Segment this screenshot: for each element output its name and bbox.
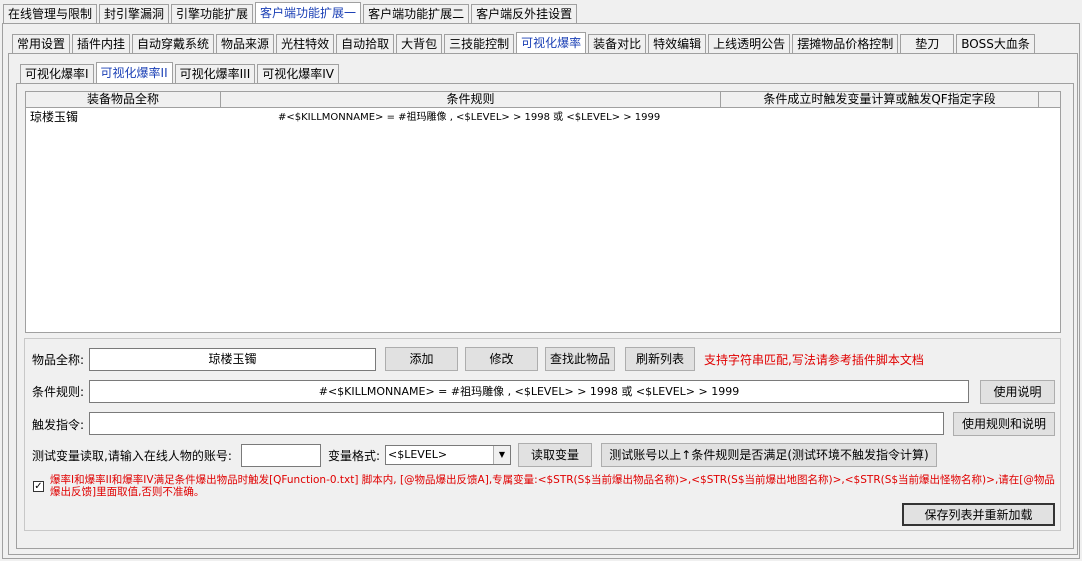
item-name-input[interactable]: 琼楼玉镯 (89, 348, 376, 371)
tab-drop-rate-2[interactable]: 可视化爆率II (95, 62, 173, 83)
row-item-name: 琼楼玉镯 (30, 110, 79, 124)
chevron-down-icon[interactable]: ▼ (493, 446, 510, 464)
save-reload-button[interactable]: 保存列表并重新加载 (902, 503, 1055, 526)
third-tab-bar: 可视化爆率I 可视化爆率II 可视化爆率III 可视化爆率IV (20, 62, 341, 83)
tab-boss-hp-bar[interactable]: BOSS大血条 (956, 34, 1035, 53)
tab-drop-rate-4[interactable]: 可视化爆率IV (257, 64, 340, 83)
edit-button[interactable]: 修改 (465, 347, 538, 371)
add-button[interactable]: 添加 (385, 347, 458, 371)
tab-engine-extensions[interactable]: 引擎功能扩展 (171, 4, 254, 23)
tab-auto-pickup[interactable]: 自动拾取 (336, 34, 395, 53)
refresh-list-button[interactable]: 刷新列表 (625, 347, 695, 371)
tab-equip-compare[interactable]: 装备对比 (588, 34, 647, 53)
rule-usage-button[interactable]: 使用规则和说明 (953, 412, 1055, 436)
find-item-button[interactable]: 查找此物品 (545, 347, 615, 371)
column-header-spacer (1039, 92, 1060, 108)
trigger-command-label: 触发指令: (32, 418, 85, 432)
tab-pad-blade[interactable]: 垫刀 (900, 34, 955, 53)
checkmark-icon: ✓ (34, 481, 43, 492)
tab-login-notice[interactable]: 上线透明公告 (708, 34, 791, 53)
tab-auto-equip[interactable]: 自动穿戴系统 (132, 34, 215, 53)
condition-rule-label: 条件规则: (32, 385, 85, 399)
tab-three-skill[interactable]: 三技能控制 (444, 34, 515, 53)
drop-feedback-checkbox[interactable]: ✓ (33, 481, 44, 492)
tab-big-backpack[interactable]: 大背包 (396, 34, 443, 53)
tab-client-extension-1[interactable]: 客户端功能扩展一 (255, 2, 362, 23)
drop-rule-grid[interactable]: 装备物品全称 条件规则 条件成立时触发变量计算或触发QF指定字段 琼楼玉镯 #<… (25, 91, 1061, 333)
tab-client-extension-2[interactable]: 客户端功能扩展二 (363, 4, 470, 23)
column-header-condition[interactable]: 条件规则 (221, 92, 721, 108)
tab-drop-rate-1[interactable]: 可视化爆率I (20, 64, 94, 83)
tab-item-source[interactable]: 物品来源 (216, 34, 275, 53)
test-account-label: 测试变量读取,请输入在线人物的账号: (32, 449, 232, 463)
row-condition: #<$KILLMONNAME> = #祖玛雕像 , <$LEVEL> > 199… (278, 112, 661, 123)
var-format-select[interactable]: <$LEVEL> ▼ (385, 445, 511, 465)
tab-client-anti-cheat[interactable]: 客户端反外挂设置 (471, 4, 578, 23)
read-variable-button[interactable]: 读取变量 (518, 443, 592, 467)
tab-engine-bugs[interactable]: 封引擎漏洞 (99, 4, 170, 23)
tab-drop-rate-3[interactable]: 可视化爆率III (174, 64, 256, 83)
tab-light-pillar[interactable]: 光柱特效 (276, 34, 335, 53)
var-format-label: 变量格式: (328, 449, 381, 463)
account-input[interactable] (241, 444, 321, 467)
var-format-value: <$LEVEL> (388, 448, 448, 461)
column-header-trigger[interactable]: 条件成立时触发变量计算或触发QF指定字段 (721, 92, 1039, 108)
tab-online-management[interactable]: 在线管理与限制 (3, 4, 98, 23)
usage-help-button[interactable]: 使用说明 (980, 380, 1055, 404)
top-tab-bar: 在线管理与限制 封引擎漏洞 引擎功能扩展 客户端功能扩展一 客户端功能扩展二 客… (3, 2, 579, 23)
item-name-label: 物品全称: (32, 353, 85, 367)
match-hint-text: 支持字符串匹配,写法请参考插件脚本文档 (704, 353, 924, 367)
test-rule-button[interactable]: 测试账号以上↑条件规则是否满足(测试环境不触发指令计算) (601, 443, 937, 467)
tab-stall-price[interactable]: 摆摊物品价格控制 (792, 34, 899, 53)
column-header-item-name[interactable]: 装备物品全称 (26, 92, 221, 108)
trigger-command-input[interactable] (89, 412, 944, 435)
second-tab-bar: 常用设置 插件内挂 自动穿戴系统 物品来源 光柱特效 自动拾取 大背包 三技能控… (12, 32, 1037, 53)
tab-visual-drop-rate[interactable]: 可视化爆率 (516, 32, 587, 53)
tab-effect-editor[interactable]: 特效编辑 (648, 34, 707, 53)
condition-rule-input[interactable]: #<$KILLMONNAME> = #祖玛雕像 , <$LEVEL> > 199… (89, 380, 969, 403)
tab-common-settings[interactable]: 常用设置 (12, 34, 71, 53)
tab-plugin-hooks[interactable]: 插件内挂 (72, 34, 131, 53)
drop-feedback-note: 爆率I和爆率II和爆率IV满足条件爆出物品时触发[QFunction-0.txt… (50, 474, 1055, 498)
